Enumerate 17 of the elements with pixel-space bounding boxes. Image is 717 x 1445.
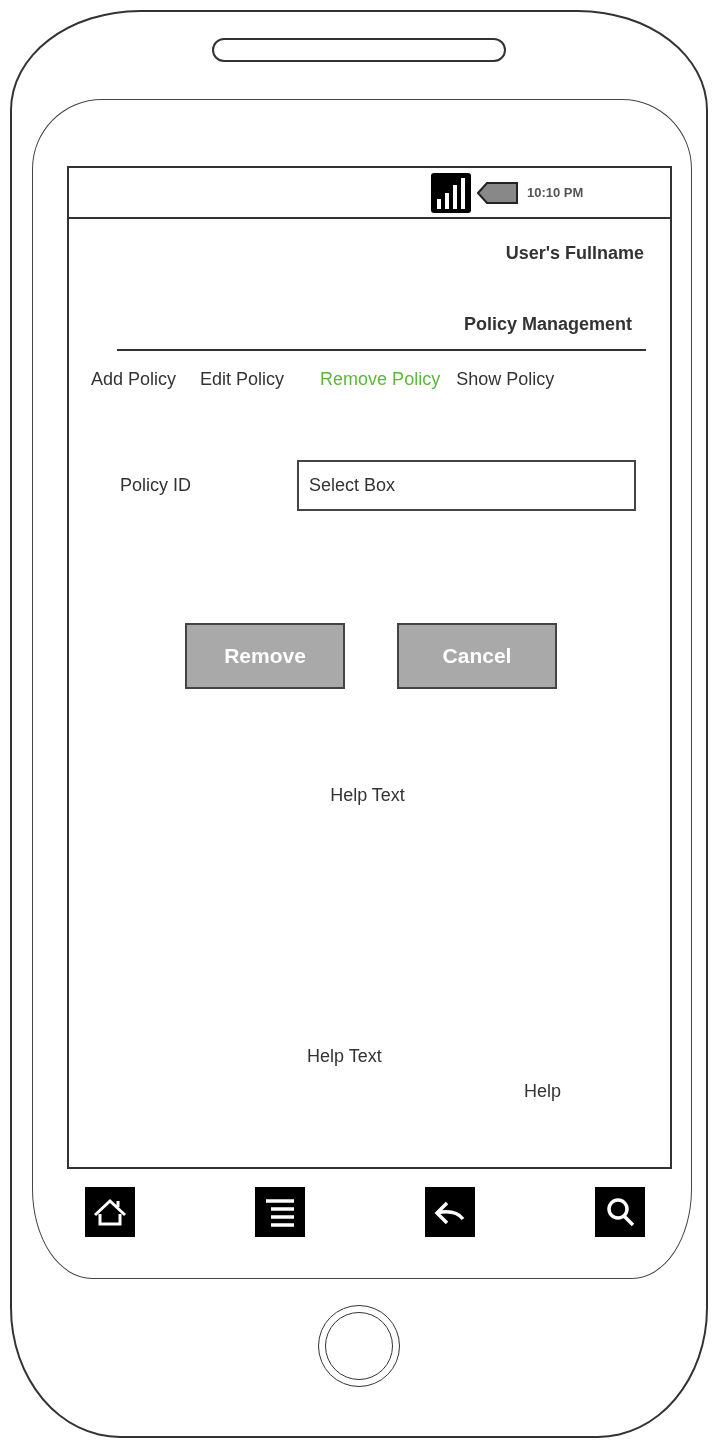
help-text: Help Text bbox=[329, 785, 406, 806]
help-link[interactable]: Help bbox=[69, 1081, 670, 1102]
signal-icon bbox=[431, 172, 471, 213]
back-icon[interactable] bbox=[425, 1187, 475, 1237]
user-name: User's Fullname bbox=[504, 243, 645, 264]
help-text: Help Text bbox=[306, 1046, 383, 1067]
home-icon[interactable] bbox=[85, 1187, 135, 1237]
status-time: 10:10 PM bbox=[527, 185, 584, 200]
policy-tab[interactable]: Show Policy bbox=[456, 369, 555, 390]
section-title: Policy Management bbox=[462, 314, 633, 335]
battery-icon bbox=[477, 179, 519, 206]
policy-tab[interactable]: Add Policy bbox=[91, 369, 177, 390]
menu-icon[interactable] bbox=[255, 1187, 305, 1237]
policy-id-label: Policy ID bbox=[120, 475, 192, 496]
policy-id-select[interactable]: Select Box bbox=[297, 460, 636, 511]
search-icon[interactable] bbox=[595, 1187, 645, 1237]
policy-tab[interactable]: Edit Policy bbox=[200, 369, 285, 390]
